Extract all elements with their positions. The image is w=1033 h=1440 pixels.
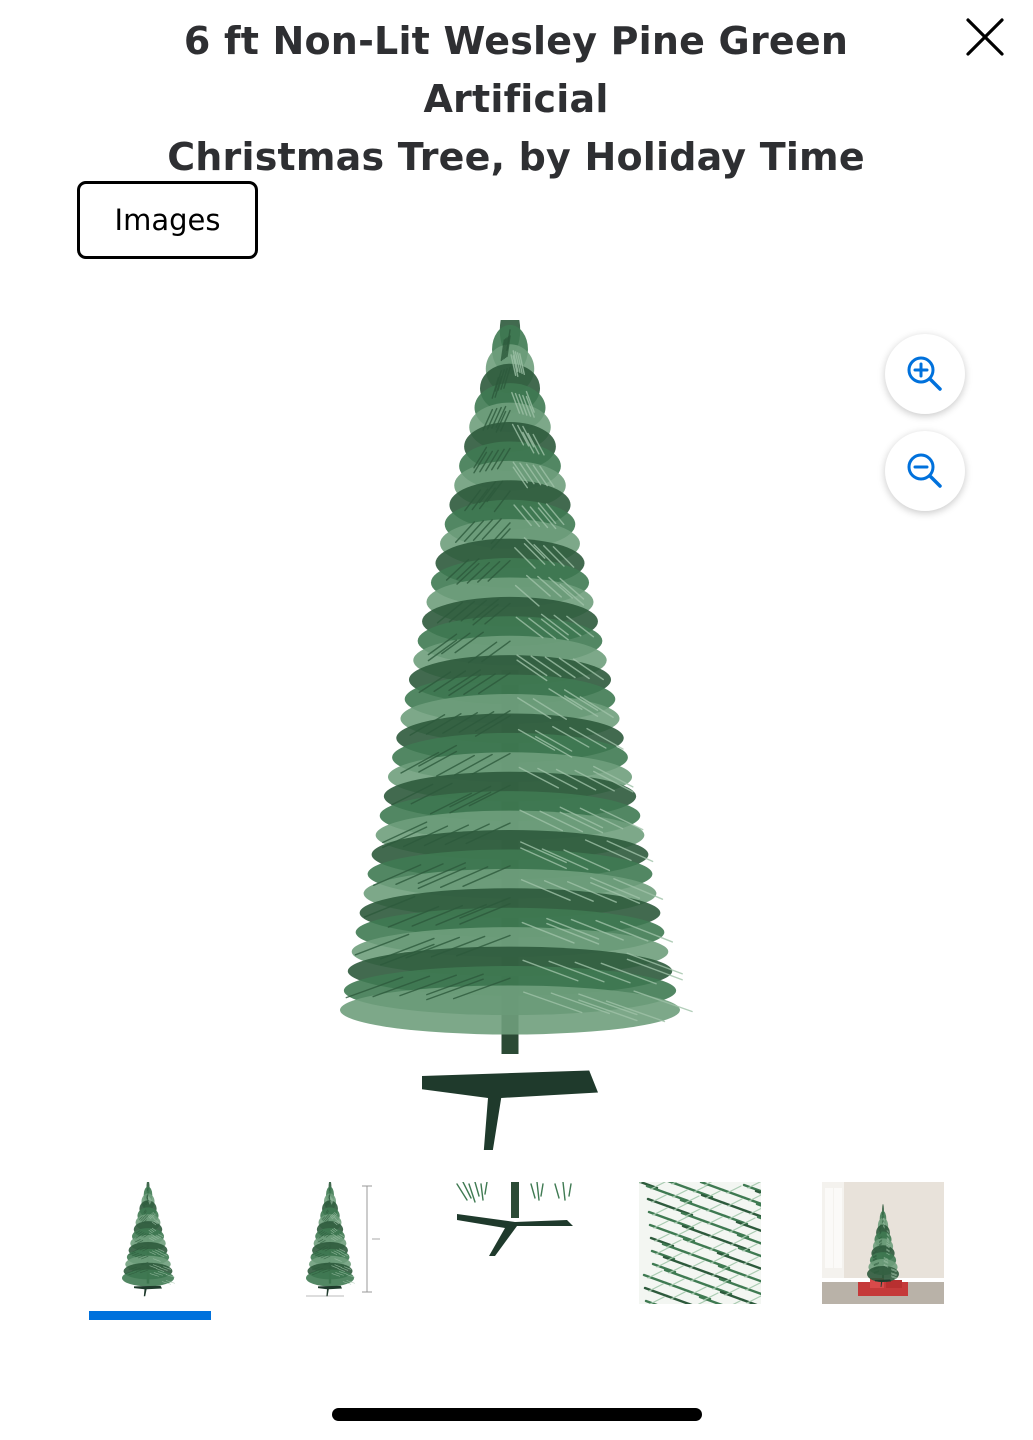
thumbnail-branch-closeup-image	[639, 1182, 761, 1304]
thumbnail-tree-in-room-image	[822, 1182, 944, 1304]
thumbnail-tree-dimensions-image	[306, 1182, 380, 1297]
zoom-in-icon	[907, 356, 942, 391]
thumbnail-tree-in-room[interactable]	[822, 1182, 944, 1304]
tab-images[interactable]: Images	[77, 181, 258, 259]
thumbnail-tree-dimensions[interactable]	[272, 1182, 394, 1304]
close-button[interactable]	[958, 12, 1012, 62]
product-title-line-1: 6 ft Non-Lit Wesley Pine Green Artificia…	[183, 19, 849, 121]
thumbnail-tree-front[interactable]	[89, 1182, 211, 1304]
thumbnail-branch-closeup[interactable]	[639, 1182, 761, 1304]
thumbnail-tree-front-image	[122, 1182, 175, 1297]
product-title-line-2: Christmas Tree, by Holiday Time	[167, 135, 865, 179]
zoom-out-button[interactable]	[885, 431, 965, 511]
zoom-out-icon	[907, 453, 942, 488]
close-icon	[966, 18, 1004, 56]
main-product-image[interactable]	[300, 305, 720, 1153]
product-title: 6 ft Non-Lit Wesley Pine Green Artificia…	[110, 12, 922, 186]
thumbnail-tree-stand[interactable]	[455, 1182, 577, 1304]
christmas-tree-image	[340, 305, 693, 1153]
home-indicator	[332, 1408, 702, 1421]
zoom-in-button[interactable]	[885, 334, 965, 414]
selected-thumbnail-indicator	[89, 1311, 211, 1320]
thumbnail-tree-stand-image	[456, 1182, 573, 1256]
tab-images-label: Images	[114, 203, 221, 237]
